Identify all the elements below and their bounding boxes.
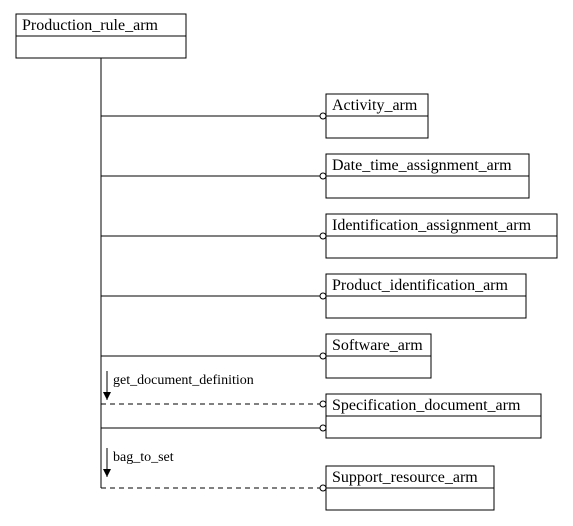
child-module-label: Software_arm: [332, 337, 423, 354]
child-module-software: Software_arm: [326, 334, 431, 378]
arrowhead-icon: [103, 392, 111, 400]
connector-circle: [320, 233, 326, 239]
child-module-label: Specification_document_arm: [332, 397, 521, 414]
connector-circle: [320, 353, 326, 359]
root-module-label: Production_rule_arm: [22, 17, 159, 34]
child-module-label: Identification_assignment_arm: [332, 217, 532, 234]
root-module-box: Production_rule_arm: [16, 14, 186, 58]
connector-circle: [320, 113, 326, 119]
module-dependency-diagram: Production_rule_arm Activity_arm Date_ti…: [0, 0, 573, 526]
child-module-activity: Activity_arm: [326, 94, 428, 138]
child-module-label: Activity_arm: [332, 97, 418, 114]
child-module-product-identification: Product_identification_arm: [326, 274, 526, 318]
connector-circle: [320, 173, 326, 179]
child-module-date-time: Date_time_assignment_arm: [326, 154, 529, 198]
child-module-label: Date_time_assignment_arm: [332, 157, 512, 174]
connector-circle: [320, 485, 326, 491]
child-module-label: Support_resource_arm: [332, 469, 478, 486]
connector-circle: [320, 401, 326, 407]
child-module-specification-document: Specification_document_arm: [326, 394, 541, 438]
arrowhead-icon: [103, 469, 111, 477]
child-module-support-resource: Support_resource_arm: [326, 466, 494, 510]
reference-label-bag-to-set: bag_to_set: [113, 450, 174, 465]
child-module-label: Product_identification_arm: [332, 277, 509, 294]
connector-circle: [320, 425, 326, 431]
connector-circle: [320, 293, 326, 299]
reference-label-get-document-definition: get_document_definition: [113, 373, 254, 388]
child-module-identification: Identification_assignment_arm: [326, 214, 557, 258]
